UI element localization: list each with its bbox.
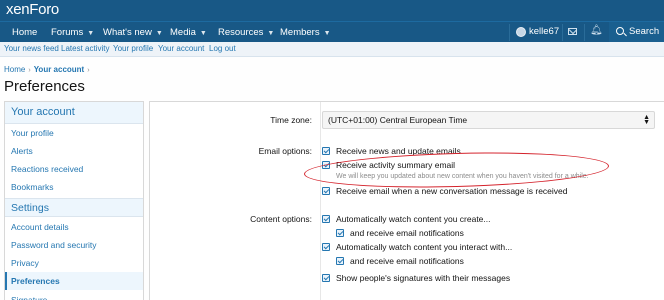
site-logo[interactable]: xenForo — [6, 1, 59, 18]
form-label-divider — [320, 102, 321, 300]
chevron-down-icon: ▼ — [199, 30, 207, 37]
subnav-latest-activity[interactable]: Latest activity — [61, 44, 109, 53]
watch-interacted-label: Automatically watch content you interact… — [336, 242, 513, 252]
chevron-down-icon: ▼ — [323, 30, 331, 37]
sidebar-item-alerts[interactable]: Alerts — [5, 142, 143, 160]
timezone-label: Time zone: — [270, 115, 312, 125]
conversation-email-label: Receive email when a new conversation me… — [336, 186, 568, 196]
search-button[interactable]: Search — [609, 22, 664, 43]
sidebar-item-privacy[interactable]: Privacy — [5, 254, 143, 272]
show-signatures-label: Show people's signatures with their mess… — [336, 273, 511, 283]
checkbox-watch-interacted-email[interactable] — [336, 257, 344, 265]
chevron-right-icon: › — [28, 67, 31, 74]
breadcrumb: Home › Your account › — [4, 65, 93, 74]
sidebar-header: Your account — [5, 102, 143, 124]
checkbox-watch-created-email[interactable] — [336, 229, 344, 237]
subnav-log-out[interactable]: Log out — [209, 44, 236, 53]
chevron-down-icon: ▼ — [87, 30, 95, 37]
timezone-select[interactable]: (UTC+01:00) Central European Time ▲ ▼ — [322, 111, 655, 129]
chevron-right-icon: › — [87, 67, 90, 74]
nav-whats-new-label: What's new — [103, 27, 152, 38]
sub-nav: Your news feed Latest activity Your prof… — [0, 42, 664, 57]
sidebar-item-signature[interactable]: Signature — [5, 291, 143, 300]
chevron-down-icon: ▼ — [267, 30, 275, 37]
page-title: Preferences — [4, 78, 85, 95]
account-menu[interactable]: kelle67 — [510, 22, 562, 43]
search-icon — [616, 27, 624, 35]
nav-divider — [562, 24, 563, 41]
nav-home-label: Home — [12, 27, 38, 38]
select-arrows-icon: ▲ ▼ — [643, 114, 650, 126]
breadcrumb-home[interactable]: Home — [4, 65, 25, 74]
chevron-down-icon: ▼ — [155, 30, 163, 37]
sidebar-item-preferences[interactable]: Preferences — [5, 272, 143, 290]
nav-home[interactable]: Home — [12, 26, 37, 40]
avatar — [516, 27, 526, 37]
checkbox-news-emails[interactable] — [322, 147, 330, 155]
nav-forums[interactable]: Forums ▼ — [51, 26, 94, 40]
username: kelle67 — [529, 26, 560, 37]
breadcrumb-current[interactable]: Your account — [34, 65, 85, 74]
watch-created-email-label: and receive email notifications — [350, 228, 464, 238]
subnav-news-feed[interactable]: Your news feed — [4, 44, 59, 53]
main-nav: Home Forums ▼ What's new ▼ Media ▼ Resource… — [0, 21, 664, 43]
sidebar-item-bookmarks[interactable]: Bookmarks — [5, 178, 143, 196]
checkbox-conversation-email[interactable] — [322, 187, 330, 195]
search-label: Search — [629, 26, 660, 37]
nav-whats-new[interactable]: What's new ▼ — [103, 26, 163, 40]
nav-resources-label: Resources — [218, 27, 264, 38]
nav-media-label: Media — [170, 27, 196, 38]
sidebar-item-reactions[interactable]: Reactions received — [5, 160, 143, 178]
nav-media[interactable]: Media ▼ — [170, 26, 207, 40]
envelope-icon[interactable] — [568, 28, 577, 35]
nav-members-label: Members — [280, 27, 320, 38]
subnav-your-profile[interactable]: Your profile — [113, 44, 153, 53]
bell-icon[interactable]: 🔔︎ — [590, 26, 603, 36]
checkbox-watch-interacted[interactable] — [322, 243, 330, 251]
sidebar-item-password[interactable]: Password and security — [5, 236, 143, 254]
nav-resources[interactable]: Resources ▼ — [218, 26, 274, 40]
checkbox-watch-created[interactable] — [322, 215, 330, 223]
email-options-label: Email options: — [258, 146, 312, 156]
nav-members[interactable]: Members ▼ — [280, 26, 331, 40]
nav-forums-label: Forums — [51, 27, 84, 38]
checkbox-show-signatures[interactable] — [322, 274, 330, 282]
subnav-your-account[interactable]: Your account — [158, 44, 204, 53]
sidebar-item-account-details[interactable]: Account details — [5, 218, 143, 236]
watch-interacted-email-label: and receive email notifications — [350, 256, 464, 266]
account-sidebar: Your account Your profile Alerts Reactio… — [4, 101, 144, 300]
sidebar-item-your-profile[interactable]: Your profile — [5, 124, 143, 142]
site-header: xenForo — [0, 0, 664, 21]
preferences-form: Time zone: (UTC+01:00) Central European … — [149, 101, 664, 300]
sidebar-group-settings: Settings — [5, 198, 143, 217]
timezone-value: (UTC+01:00) Central European Time — [328, 115, 468, 125]
content-options-label: Content options: — [250, 214, 312, 224]
watch-created-label: Automatically watch content you create..… — [336, 214, 491, 224]
nav-divider — [584, 24, 585, 41]
